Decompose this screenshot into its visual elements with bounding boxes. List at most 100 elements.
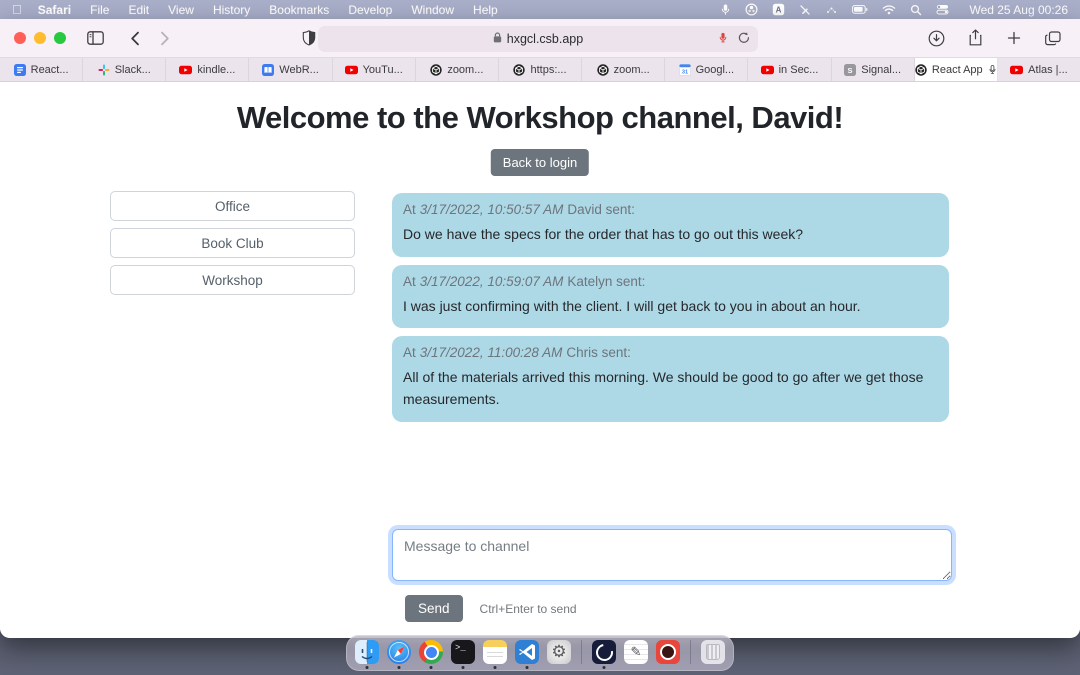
- desktop:  Safari File Edit View History Bookmark…: [0, 0, 1080, 675]
- zoom-window-button[interactable]: [54, 32, 66, 44]
- channel-button-office[interactable]: Office: [110, 191, 355, 221]
- safari-window: hxgcl.csb.app React... Slack... kindle..…: [0, 19, 1080, 638]
- battery-icon[interactable]: [852, 4, 868, 15]
- wifi-icon[interactable]: [882, 4, 896, 15]
- tab-in-sec[interactable]: in Sec...: [748, 58, 831, 81]
- tab-zoom-1[interactable]: zoom...: [416, 58, 499, 81]
- dock-chrome-icon[interactable]: [419, 640, 443, 664]
- tab-label: React App: [932, 64, 983, 76]
- message-list: At3/17/2022, 10:50:57 AMDavid sent: Do w…: [392, 193, 949, 422]
- toolbar-actions: [923, 25, 1066, 51]
- message-timestamp: 3/17/2022, 10:59:07 AM: [420, 274, 564, 289]
- new-tab-icon[interactable]: [1001, 25, 1027, 51]
- tab-google-calendar[interactable]: 31Googl...: [665, 58, 748, 81]
- dock-obs-icon[interactable]: [592, 640, 616, 664]
- menu-file[interactable]: File: [90, 3, 109, 17]
- dock-notes-icon[interactable]: [483, 640, 507, 664]
- send-row: Send Ctrl+Enter to send: [405, 595, 577, 622]
- message-bubble: At3/17/2022, 10:50:57 AMDavid sent: Do w…: [392, 193, 949, 257]
- tab-https[interactable]: https:...: [499, 58, 582, 81]
- menu-bookmarks[interactable]: Bookmarks: [269, 3, 329, 17]
- menu-view[interactable]: View: [168, 3, 194, 17]
- spotlight-icon[interactable]: [910, 4, 922, 16]
- reload-icon[interactable]: [738, 31, 750, 47]
- dock-finder-icon[interactable]: [355, 640, 379, 664]
- tab-label: Signal...: [861, 64, 901, 76]
- tab-kindle[interactable]: kindle...: [166, 58, 249, 81]
- menu-window[interactable]: Window: [411, 3, 454, 17]
- menu-edit[interactable]: Edit: [128, 3, 149, 17]
- address-bar[interactable]: hxgcl.csb.app: [318, 26, 758, 52]
- app-menus: Safari File Edit View History Bookmarks …: [38, 3, 498, 17]
- dock-terminal-icon[interactable]: >_: [451, 640, 475, 664]
- tab-label: https:...: [530, 64, 566, 76]
- tab-webrtc[interactable]: WebR...: [249, 58, 332, 81]
- dock-textedit-icon[interactable]: ✎: [624, 640, 648, 664]
- channel-button-book-club[interactable]: Book Club: [110, 228, 355, 258]
- menu-help[interactable]: Help: [473, 3, 498, 17]
- download-icon[interactable]: [923, 25, 949, 51]
- tab-strip: React... Slack... kindle... WebR... YouT…: [0, 58, 1080, 82]
- control-center-icon[interactable]: [936, 4, 949, 15]
- menubar-clock[interactable]: Wed 25 Aug 00:26: [969, 3, 1068, 17]
- send-button[interactable]: Send: [405, 595, 463, 622]
- codesandbox-icon: [597, 64, 609, 76]
- tab-label: React...: [31, 64, 69, 76]
- message-text: All of the materials arrived this mornin…: [403, 367, 938, 410]
- slack-icon: [98, 64, 110, 76]
- tab-react-docs[interactable]: React...: [0, 58, 83, 81]
- youtube-icon: [761, 64, 774, 76]
- dock-trash-icon[interactable]: [701, 640, 725, 664]
- menu-safari[interactable]: Safari: [38, 3, 71, 17]
- codesandbox-icon: [513, 64, 525, 76]
- google-calendar-icon: 31: [679, 64, 691, 76]
- dock-system-preferences-icon[interactable]: ⚙: [547, 640, 571, 664]
- lock-icon: [493, 32, 502, 46]
- browser-toolbar: hxgcl.csb.app: [0, 19, 1080, 58]
- channel-button-workshop[interactable]: Workshop: [110, 265, 355, 295]
- tab-label: zoom...: [614, 64, 650, 76]
- sidebar-icon[interactable]: [82, 25, 108, 51]
- message-sender: Katelyn sent:: [567, 274, 645, 289]
- dock-photo-booth-icon[interactable]: [656, 640, 680, 664]
- back-icon[interactable]: [122, 25, 148, 51]
- message-meta: At3/17/2022, 10:59:07 AMKatelyn sent:: [403, 274, 938, 289]
- tab-label: Slack...: [115, 64, 151, 76]
- address-url: hxgcl.csb.app: [507, 32, 583, 46]
- keyboard-backlight-icon[interactable]: [825, 4, 838, 15]
- message-text: Do we have the specs for the order that …: [403, 224, 938, 246]
- share-icon[interactable]: [962, 25, 988, 51]
- tab-label: YouTu...: [363, 64, 403, 76]
- tab-slack[interactable]: Slack...: [83, 58, 166, 81]
- message-input[interactable]: [392, 529, 952, 581]
- menu-history[interactable]: History: [213, 3, 250, 17]
- forward-icon[interactable]: [152, 25, 178, 51]
- tab-label: WebR...: [279, 64, 319, 76]
- tab-signal[interactable]: S Signal...: [832, 58, 915, 81]
- page-content: Welcome to the Workshop channel, David! …: [0, 82, 1080, 637]
- minimize-window-button[interactable]: [34, 32, 46, 44]
- message-meta: At3/17/2022, 10:50:57 AMDavid sent:: [403, 202, 938, 217]
- tab-youtube[interactable]: YouTu...: [333, 58, 416, 81]
- pen-disabled-icon[interactable]: [799, 4, 811, 16]
- microphone-active-icon[interactable]: [718, 31, 728, 47]
- message-text: I was just confirming with the client. I…: [403, 296, 938, 318]
- tab-react-app-active[interactable]: React App: [915, 58, 998, 81]
- tab-atlas[interactable]: Atlas |...: [998, 58, 1080, 81]
- dock-safari-icon[interactable]: [387, 640, 411, 664]
- close-window-button[interactable]: [14, 32, 26, 44]
- menu-develop[interactable]: Develop: [348, 3, 392, 17]
- tab-label: in Sec...: [779, 64, 819, 76]
- screen-record-icon[interactable]: [745, 3, 758, 16]
- svg-text:S: S: [848, 66, 853, 75]
- tab-overview-icon[interactable]: [1040, 25, 1066, 51]
- back-to-login-button[interactable]: Back to login: [491, 149, 589, 176]
- apple-menu-icon[interactable]: : [12, 0, 22, 19]
- dock-vscode-icon[interactable]: [515, 640, 539, 664]
- tab-zoom-2[interactable]: zoom...: [582, 58, 665, 81]
- microphone-icon[interactable]: [720, 3, 731, 16]
- input-source-icon[interactable]: A: [772, 3, 785, 16]
- channel-list: Office Book Club Workshop: [110, 191, 355, 295]
- tab-label: zoom...: [447, 64, 483, 76]
- message-bubble: At3/17/2022, 11:00:28 AMChris sent: All …: [392, 336, 949, 421]
